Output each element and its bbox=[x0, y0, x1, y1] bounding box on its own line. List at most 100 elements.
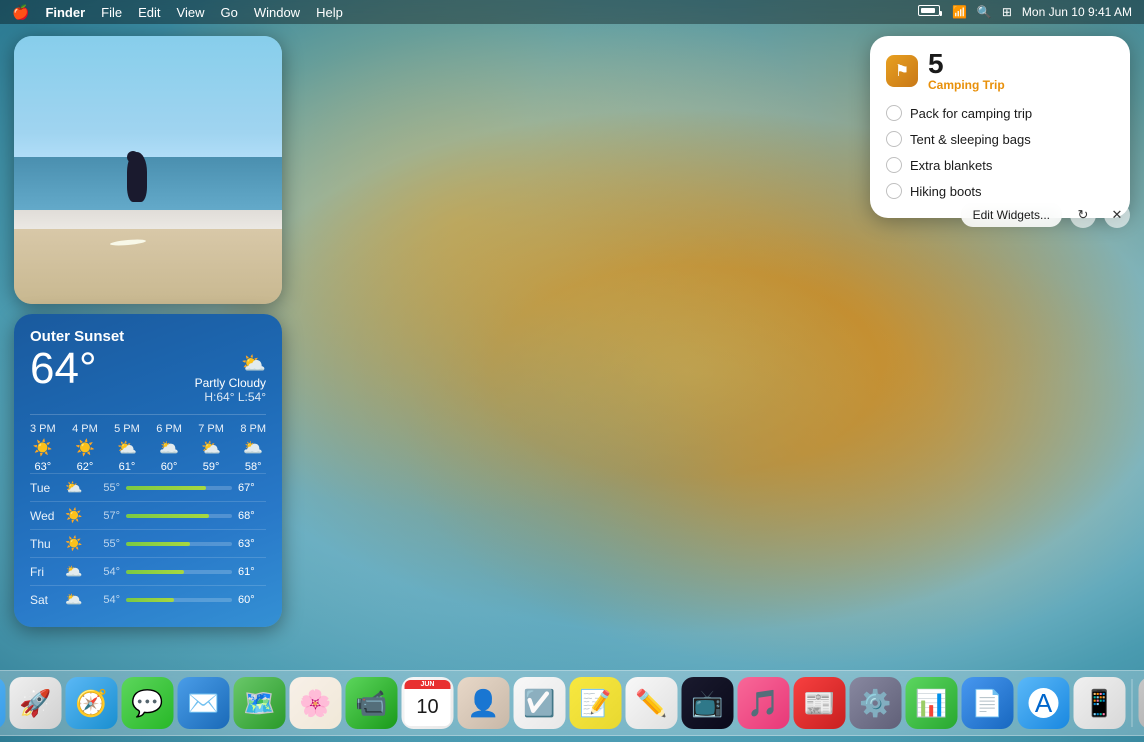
daily-lo-0: 55° bbox=[90, 482, 120, 494]
dock-freeform[interactable]: ✏️ bbox=[626, 677, 678, 729]
menubar: 🍎 Finder File Edit View Go Window Help 📶… bbox=[0, 0, 1144, 24]
menubar-right: 📶 🔍 ⊞ Mon Jun 10 9:41 AM bbox=[918, 5, 1132, 19]
reminder-item-0: Pack for camping trip bbox=[886, 100, 1114, 126]
dock-contacts[interactable]: 👤 bbox=[458, 677, 510, 729]
search-icon[interactable]: 🔍 bbox=[977, 5, 992, 19]
dock-mail[interactable]: ✉️ bbox=[178, 677, 230, 729]
daily-bar-3 bbox=[126, 570, 184, 574]
hourly-icon-0: ☀️ bbox=[33, 438, 53, 458]
daily-hi-1: 68° bbox=[238, 510, 266, 522]
datetime-display[interactable]: Mon Jun 10 9:41 AM bbox=[1022, 5, 1132, 19]
dock-reminders[interactable]: ☑️ bbox=[514, 677, 566, 729]
daily-lo-1: 57° bbox=[90, 510, 120, 522]
hourly-temp-0: 63° bbox=[35, 461, 52, 473]
photos-icon: 🌸 bbox=[299, 688, 331, 719]
menubar-view[interactable]: View bbox=[177, 5, 205, 20]
menubar-help[interactable]: Help bbox=[316, 5, 343, 20]
iphone-icon: 📱 bbox=[1083, 688, 1115, 719]
control-center-icon[interactable]: ⊞ bbox=[1002, 5, 1012, 19]
menubar-app-name[interactable]: Finder bbox=[45, 5, 85, 20]
daily-day-3: Fri bbox=[30, 565, 58, 579]
daily-bar-2 bbox=[126, 542, 190, 546]
daily-day-0: Tue bbox=[30, 481, 58, 495]
freeform-icon: ✏️ bbox=[635, 688, 667, 719]
dock-music[interactable]: 🎵 bbox=[738, 677, 790, 729]
tv-icon: 📺 bbox=[691, 688, 723, 719]
menubar-window[interactable]: Window bbox=[254, 5, 300, 20]
reminder-checkbox-3[interactable] bbox=[886, 183, 902, 199]
dock-numbers[interactable]: 📊 bbox=[906, 677, 958, 729]
daily-hi-0: 67° bbox=[238, 482, 266, 494]
photo-widget-image bbox=[14, 36, 282, 304]
reminder-checkbox-0[interactable] bbox=[886, 105, 902, 121]
dock-trash[interactable]: 🗑️ bbox=[1139, 677, 1144, 729]
hourly-icon-3: 🌥️ bbox=[159, 438, 179, 458]
battery-icon bbox=[918, 5, 942, 19]
daily-row-1: Wed ☀️ 57° 68° bbox=[30, 501, 266, 529]
calendar-day: 10 bbox=[405, 689, 451, 726]
app-store-icon: A bbox=[1029, 688, 1059, 718]
dock-calendar[interactable]: JUN 10 bbox=[402, 677, 454, 729]
weather-temperature: 64° bbox=[30, 347, 97, 391]
daily-day-4: Sat bbox=[30, 593, 58, 607]
hourly-time-0: 3 PM bbox=[30, 423, 56, 435]
dock-divider bbox=[1132, 679, 1133, 727]
hourly-item-0: 3 PM ☀️ 63° bbox=[30, 423, 56, 473]
menubar-edit[interactable]: Edit bbox=[138, 5, 160, 20]
dock-iphone-mirroring[interactable]: 📱 bbox=[1074, 677, 1126, 729]
hourly-time-3: 6 PM bbox=[156, 423, 182, 435]
weather-condition: Partly Cloudy bbox=[195, 376, 266, 390]
dock-safari[interactable]: 🧭 bbox=[66, 677, 118, 729]
contacts-icon: 👤 bbox=[467, 688, 499, 719]
hourly-temp-1: 62° bbox=[77, 461, 94, 473]
hourly-time-5: 8 PM bbox=[240, 423, 266, 435]
weather-widget: Outer Sunset 64° ⛅ Partly Cloudy H:64° L… bbox=[14, 314, 282, 627]
launchpad-icon: 🚀 bbox=[19, 688, 51, 719]
dock-news[interactable]: 📰 bbox=[794, 677, 846, 729]
reminder-checkbox-1[interactable] bbox=[886, 131, 902, 147]
dock-system-preferences[interactable]: ⚙️ bbox=[850, 677, 902, 729]
weather-sun-icon: ⛅ bbox=[195, 351, 266, 376]
dock-messages[interactable]: 💬 bbox=[122, 677, 174, 729]
dock-launchpad[interactable]: 🚀 bbox=[10, 677, 62, 729]
hourly-item-3: 6 PM 🌥️ 60° bbox=[156, 423, 182, 473]
dock-app-store[interactable]: A bbox=[1018, 677, 1070, 729]
dock-pages[interactable]: 📄 bbox=[962, 677, 1014, 729]
notes-icon: 📝 bbox=[579, 688, 611, 719]
daily-lo-2: 55° bbox=[90, 538, 120, 550]
close-widget-button[interactable]: ✕ bbox=[1104, 202, 1130, 228]
photo-widget bbox=[14, 36, 282, 304]
safari-icon: 🧭 bbox=[75, 688, 107, 719]
apple-menu[interactable]: 🍎 bbox=[12, 4, 29, 21]
daily-lo-4: 54° bbox=[90, 594, 120, 606]
hourly-icon-5: 🌥️ bbox=[243, 438, 263, 458]
hourly-time-1: 4 PM bbox=[72, 423, 98, 435]
hourly-temp-2: 61° bbox=[119, 461, 136, 473]
dock-finder[interactable]: 🔵 bbox=[0, 677, 6, 729]
reminders-count: 5 bbox=[928, 50, 1005, 78]
widget-controls: Edit Widgets... ↻ ✕ bbox=[961, 202, 1130, 228]
system-prefs-icon: ⚙️ bbox=[859, 688, 891, 719]
numbers-icon: 📊 bbox=[915, 688, 947, 719]
daily-hi-3: 61° bbox=[238, 566, 266, 578]
hourly-time-2: 5 PM bbox=[114, 423, 140, 435]
edit-widgets-button[interactable]: Edit Widgets... bbox=[961, 203, 1062, 227]
dock-maps[interactable]: 🗺️ bbox=[234, 677, 286, 729]
dock-tv[interactable]: 📺 bbox=[682, 677, 734, 729]
reminder-text-1: Tent & sleeping bags bbox=[910, 132, 1031, 147]
rotate-widget-button[interactable]: ↻ bbox=[1070, 202, 1096, 228]
hourly-icon-4: ⛅ bbox=[201, 438, 221, 458]
dock-notes[interactable]: 📝 bbox=[570, 677, 622, 729]
reminder-item-1: Tent & sleeping bags bbox=[886, 126, 1114, 152]
reminders-list-name: Camping Trip bbox=[928, 78, 1005, 92]
reminder-text-2: Extra blankets bbox=[910, 158, 992, 173]
daily-lo-3: 54° bbox=[90, 566, 120, 578]
menubar-file[interactable]: File bbox=[101, 5, 122, 20]
facetime-icon: 📹 bbox=[355, 688, 387, 719]
weather-low: L:54° bbox=[238, 390, 266, 404]
dock-photos[interactable]: 🌸 bbox=[290, 677, 342, 729]
menubar-go[interactable]: Go bbox=[220, 5, 237, 20]
daily-icon-3: 🌥️ bbox=[64, 563, 84, 580]
reminder-checkbox-2[interactable] bbox=[886, 157, 902, 173]
dock-facetime[interactable]: 📹 bbox=[346, 677, 398, 729]
